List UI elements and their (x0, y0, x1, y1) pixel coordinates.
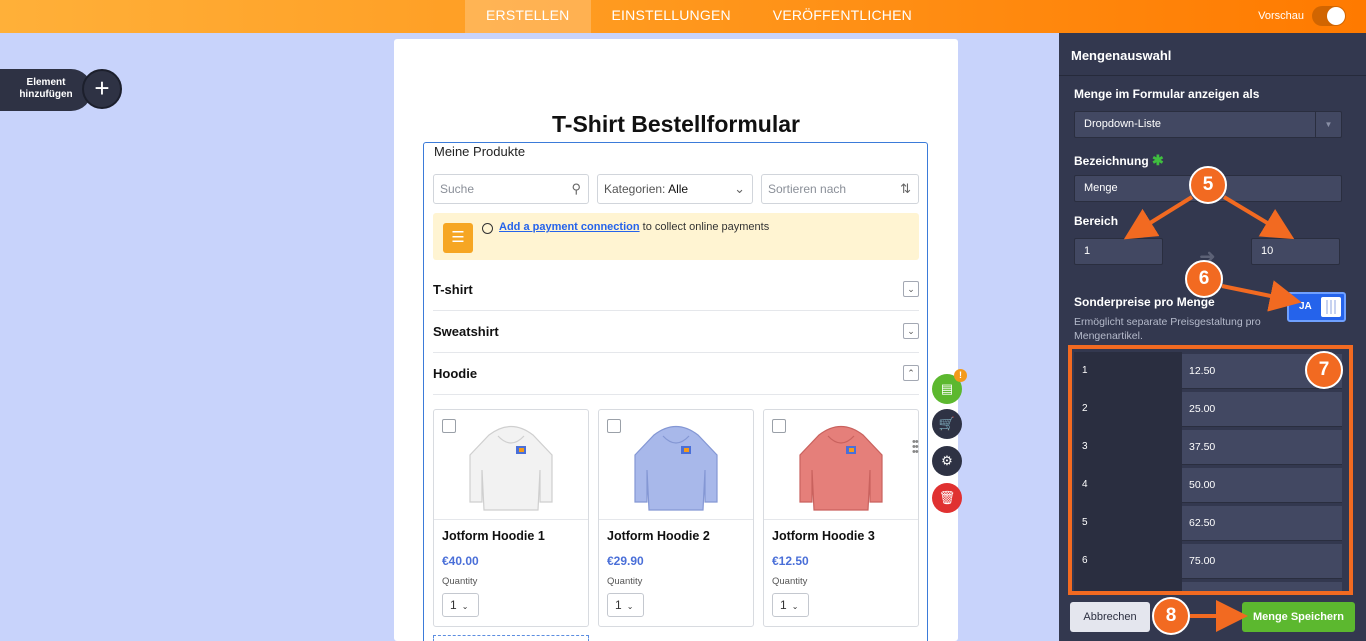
preview-toggle[interactable] (1312, 6, 1346, 26)
form-title[interactable]: T-Shirt Bestellformular (394, 111, 958, 138)
radio-button[interactable] (482, 223, 493, 234)
display-label: Menge im Formular anzeigen als (1074, 87, 1260, 101)
tab-veroeffentlichen[interactable]: VERÖFFENTLICHEN (752, 0, 933, 33)
product-image (599, 410, 753, 520)
toggle-knob (1321, 297, 1341, 317)
checklist-icon: ☰ (443, 223, 473, 253)
cancel-button[interactable]: Abbrechen (1070, 602, 1150, 632)
product-card-1[interactable]: Jotform Hoodie 1 €40.00 Quantity 1 ⌄ (433, 409, 589, 627)
annotation-badge-8: 8 (1152, 597, 1190, 635)
sort-icon: ⇅ (900, 181, 911, 196)
top-bar: ERSTELLEN EINSTELLUNGEN VERÖFFENTLICHEN … (0, 0, 1366, 33)
add-element-button[interactable]: Element hinzufügen + (0, 69, 122, 111)
range-label: Bereich (1074, 214, 1119, 228)
name-label: Bezeichnung ✱ (1074, 152, 1164, 168)
tab-erstellen[interactable]: ERSTELLEN (465, 0, 591, 33)
builder-tabs: ERSTELLEN EINSTELLUNGEN VERÖFFENTLICHEN (465, 0, 933, 33)
chevron-down-icon: ⌄ (791, 602, 799, 611)
chevron-down-icon[interactable]: ⌄ (903, 281, 919, 297)
gear-icon: ⚙ (941, 453, 953, 468)
payment-notice: ☰ Add a payment connection to collect on… (433, 213, 919, 260)
annotation-badge-7: 7 (1305, 351, 1343, 389)
drag-handle-icon[interactable]: •• •• •• (912, 437, 919, 458)
section-sweatshirt[interactable]: Sweatshirt ⌄ (433, 311, 919, 353)
product-image (434, 410, 588, 520)
product-checkbox[interactable] (442, 419, 456, 433)
quantity-select[interactable]: 1 ⌄ (607, 593, 644, 617)
cart-icon: 🛒 (938, 416, 956, 431)
drop-placeholder (433, 635, 589, 641)
sort-select[interactable]: Sortieren nach ⇅ (761, 174, 919, 204)
chevron-down-icon: ▼ (1315, 112, 1341, 137)
annotation-badge-5: 5 (1189, 166, 1227, 204)
annotation-badge-6: 6 (1185, 260, 1223, 298)
product-list-field[interactable]: Meine Produkte Suche ⚲ Kategorien: Alle … (423, 142, 928, 641)
warning-badge: ! (954, 369, 967, 382)
add-payment-link[interactable]: Add a payment connection (499, 221, 640, 233)
panel-title: Mengenauswahl (1071, 48, 1172, 63)
product-checkbox[interactable] (607, 419, 621, 433)
product-card-3[interactable]: Jotform Hoodie 3 €12.50 Quantity 1 ⌄ (763, 409, 919, 627)
search-input[interactable]: Suche ⚲ (433, 174, 589, 204)
special-price-label: Sonderpreise pro Menge (1074, 295, 1215, 309)
preview-switch[interactable]: Vorschau (1258, 6, 1346, 26)
chevron-down-icon: ⌄ (626, 602, 634, 611)
toggle-knob (1327, 7, 1345, 25)
add-element-label: Element hinzufügen (0, 69, 92, 111)
special-price-toggle[interactable]: JA (1287, 292, 1346, 322)
chevron-down-icon: ⌄ (461, 602, 469, 611)
required-star-icon: ✱ (1152, 152, 1164, 168)
section-tshirt[interactable]: T-shirt ⌄ (433, 269, 919, 311)
preview-label: Vorschau (1258, 10, 1304, 22)
payment-notice-text: Add a payment connection to collect onli… (499, 221, 770, 233)
category-select[interactable]: Kategorien: Alle ⌄ (597, 174, 753, 204)
panel-header: Mengenauswahl (1059, 33, 1366, 76)
display-select[interactable]: Dropdown-Liste ▼ (1074, 111, 1342, 138)
credit-card-icon: ▤ (940, 381, 954, 396)
settings-button[interactable]: ⚙ (932, 446, 962, 476)
product-checkbox[interactable] (772, 419, 786, 433)
chevron-down-icon: ⌄ (734, 181, 745, 196)
trash-icon: 🗑 (938, 490, 956, 505)
range-to-input[interactable]: 10 (1251, 238, 1340, 265)
tab-einstellungen[interactable]: EINSTELLUNGEN (591, 0, 752, 33)
chevron-up-icon[interactable]: ⌃ (903, 365, 919, 381)
product-image (764, 410, 918, 520)
delete-button[interactable]: 🗑 (932, 483, 962, 513)
cart-button[interactable]: 🛒 (932, 409, 962, 439)
hoodie-image (634, 425, 718, 511)
quantity-select[interactable]: 1 ⌄ (442, 593, 479, 617)
chevron-down-icon[interactable]: ⌄ (903, 323, 919, 339)
save-quantity-button[interactable]: Menge Speichern (1242, 602, 1355, 632)
special-price-desc: Ermöglicht separate Preisgestaltung pro … (1074, 316, 1261, 342)
section-hoodie[interactable]: Hoodie ⌃ (433, 353, 919, 395)
range-from-input[interactable]: 1 (1074, 238, 1163, 265)
hoodie-image (799, 425, 883, 511)
search-icon: ⚲ (571, 181, 581, 196)
product-card-2[interactable]: Jotform Hoodie 2 €29.90 Quantity 1 ⌄ (598, 409, 754, 627)
plus-icon[interactable]: + (82, 69, 122, 109)
quantity-select[interactable]: 1 ⌄ (772, 593, 809, 617)
product-list-label: Meine Produkte (434, 144, 526, 159)
hoodie-image (469, 425, 553, 511)
